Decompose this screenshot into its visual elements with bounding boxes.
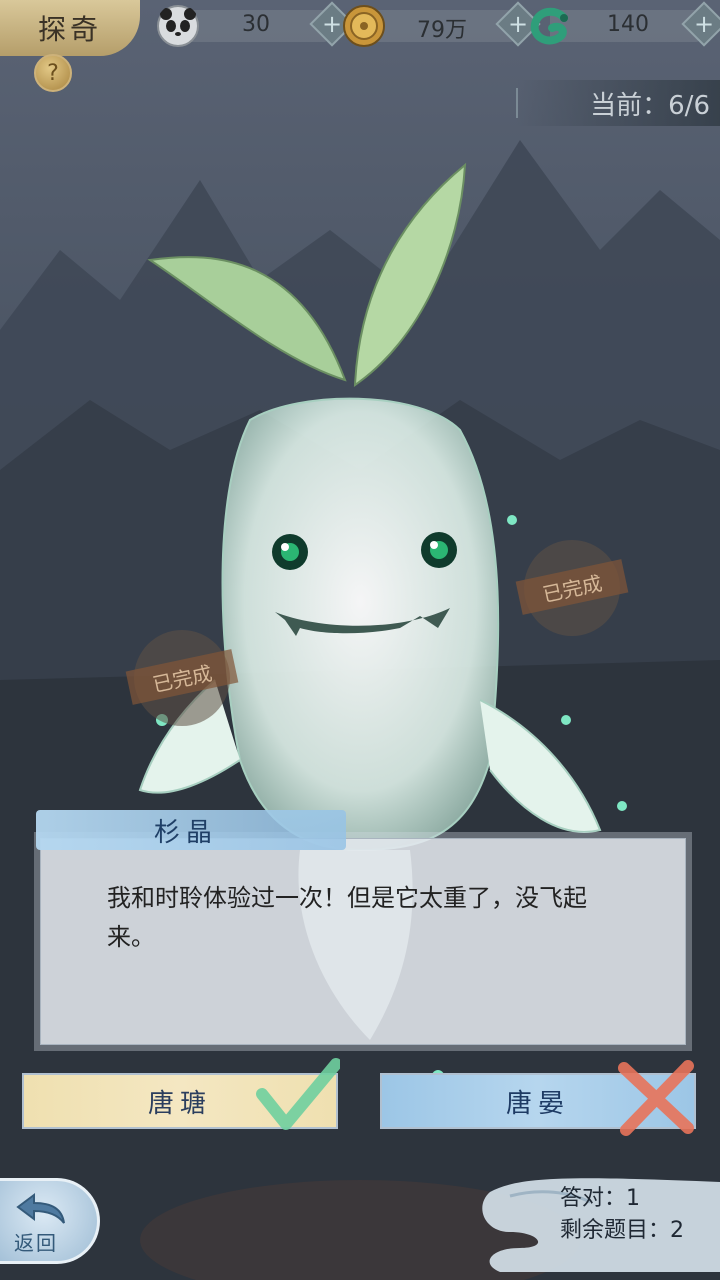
completed-stamp: 已完成 [125, 630, 239, 726]
resource-panda: 30 + [156, 1, 356, 47]
dialog-box: 我和时聆体验过一次！但是它太重了，没飞起来。 [40, 838, 686, 1045]
completed-stamp-label: 已完成 [125, 649, 239, 705]
check-icon [256, 1058, 340, 1130]
back-label: 返回 [14, 1231, 58, 1255]
cross-icon [618, 1060, 694, 1136]
resource-coin-value: 79万 [417, 18, 467, 43]
speaker-name-tag: 杉晶 [26, 806, 346, 852]
speaker-name: 杉晶 [153, 818, 218, 848]
remaining-count: 剩余题目：2 [560, 1218, 684, 1243]
plus-icon: + [693, 10, 715, 38]
completed-stamp: 已完成 [515, 540, 629, 636]
dialog-text: 我和时聆体验过一次！但是它太重了，没飞起来。 [107, 884, 587, 951]
progress-indicator: 当前：6/6 [516, 80, 720, 126]
answer-label-1: 唐瑭 [147, 1088, 212, 1119]
back-arrow-icon [16, 1193, 65, 1224]
quiz-stats: 答对：1 剩余题目：2 [480, 1172, 720, 1280]
help-button[interactable]: ? [34, 54, 72, 92]
correct-count: 答对：1 [560, 1186, 640, 1211]
help-icon: ? [47, 60, 59, 86]
resource-coin: 79万 + [342, 1, 542, 47]
page-title: 探奇 [0, 0, 140, 56]
progress-label: 当前：6/6 [590, 90, 710, 121]
panda-icon [157, 5, 199, 47]
top-bar: 探奇 30 + 79万 + 140 + [0, 0, 720, 56]
coin-icon [343, 5, 385, 47]
back-button[interactable]: 返回 [0, 1178, 100, 1264]
jade-icon [530, 7, 568, 45]
resource-panda-value: 30 [242, 12, 270, 37]
progress-divider [516, 88, 518, 118]
completed-stamp-label: 已完成 [515, 559, 629, 615]
resource-jade-value: 140 [607, 12, 649, 37]
answer-label-2: 唐晏 [505, 1088, 570, 1119]
resource-jade: 140 + [528, 1, 720, 47]
